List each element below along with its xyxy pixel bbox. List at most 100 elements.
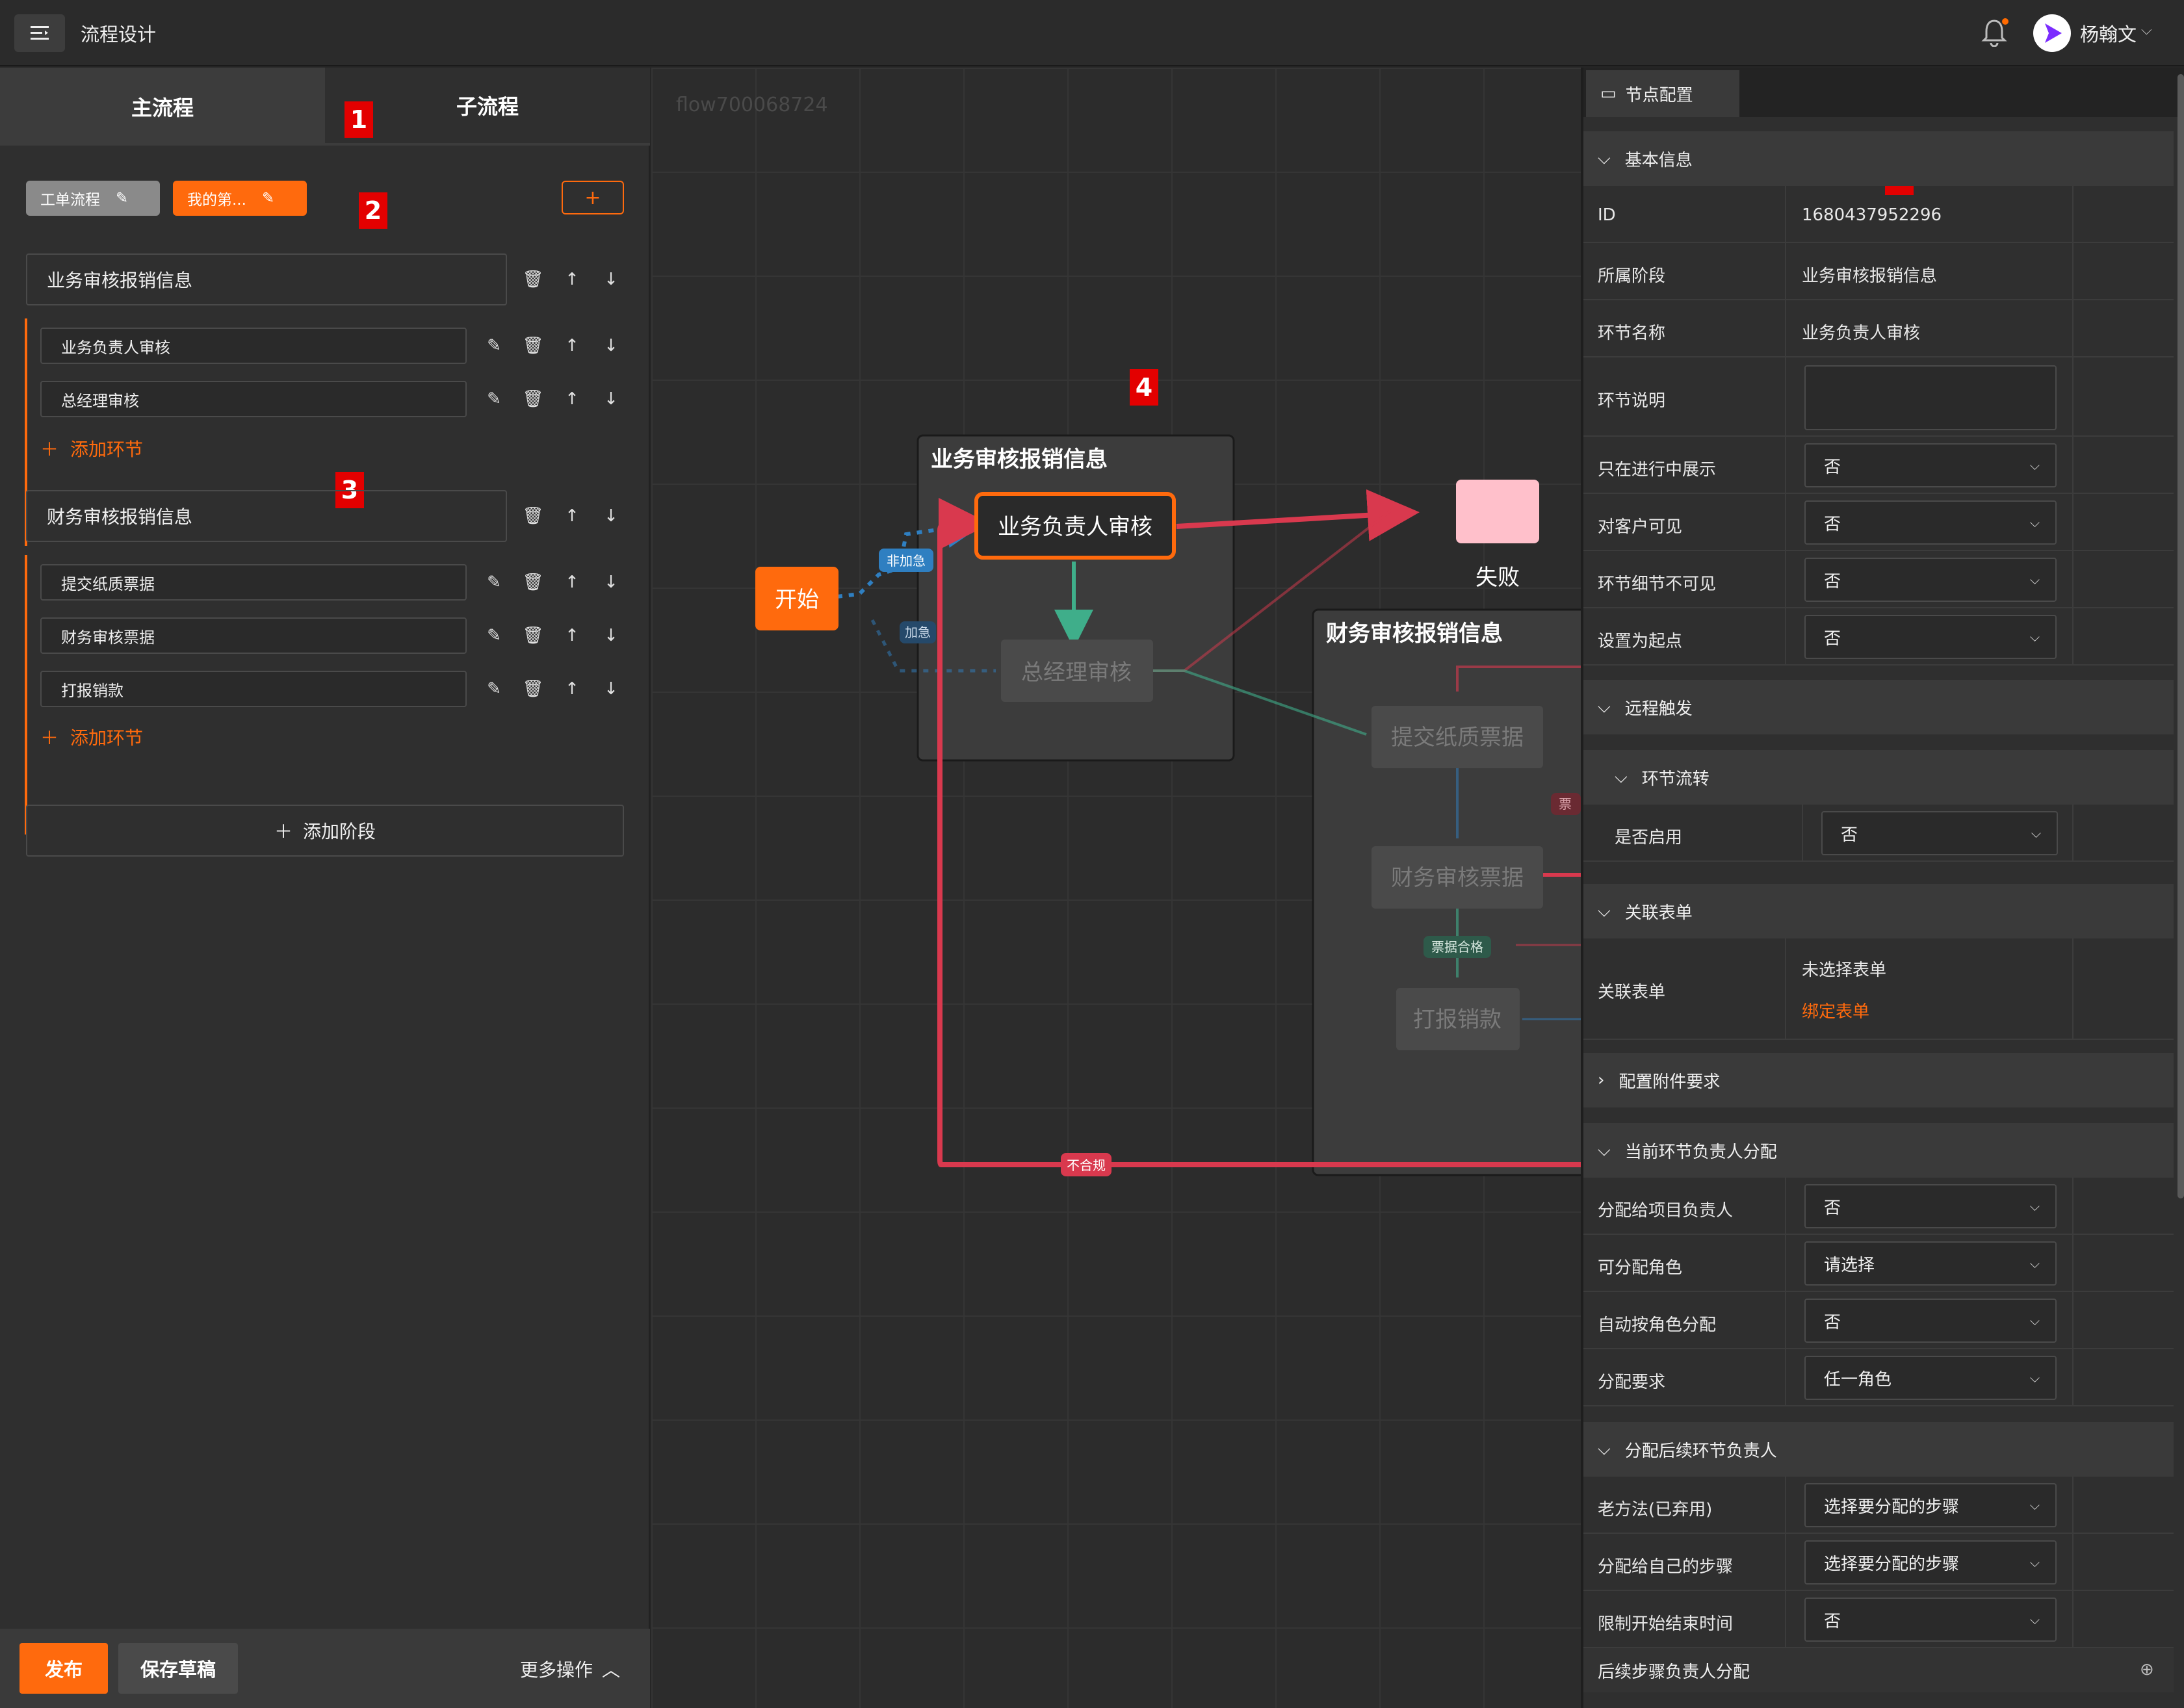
- flow-chip-work-order[interactable]: 工单流程 ✎: [26, 181, 160, 216]
- add-circle-icon[interactable]: ⊕: [2140, 1660, 2154, 1679]
- chevron-down-icon: ⌵: [2029, 1612, 2040, 1627]
- step-item[interactable]: 业务负责人审核: [40, 328, 467, 364]
- step-item[interactable]: 打报销款: [40, 671, 467, 707]
- menu-toggle-button[interactable]: [14, 14, 65, 52]
- edge-label-noncompliant: 不合规: [1067, 1158, 1106, 1173]
- delete-icon[interactable]: 🗑: [520, 569, 546, 595]
- save-draft-button[interactable]: 保存草稿: [118, 1643, 238, 1694]
- arrow-up-icon[interactable]: ↑: [559, 386, 585, 412]
- add-step-button[interactable]: ＋ 添加环节: [40, 724, 143, 750]
- edge-label-ok: 票据合格: [1431, 940, 1483, 955]
- section-linked-form[interactable]: ⌵ 关联表单: [1583, 884, 2174, 938]
- chevron-down-icon[interactable]: ⌵: [2141, 22, 2152, 38]
- select-assign-project-owner[interactable]: 否 ⌵: [1804, 1184, 2057, 1228]
- delete-icon[interactable]: 🗑: [520, 503, 546, 529]
- select-limit-time[interactable]: 否 ⌵: [1804, 1598, 2057, 1642]
- add-flow-button[interactable]: +: [562, 181, 624, 214]
- plus-icon: ＋: [274, 821, 292, 842]
- node-fail[interactable]: [1456, 480, 1539, 543]
- prop-label: 分配给项目负责人: [1598, 1201, 1734, 1221]
- user-avatar[interactable]: [2033, 14, 2071, 52]
- more-actions-button[interactable]: 更多操作 ︿: [520, 1656, 620, 1682]
- edge-label-clipped: 票: [1559, 797, 1572, 812]
- select-customer-visible[interactable]: 否 ⌵: [1804, 500, 2057, 545]
- select-show-in-progress[interactable]: 否 ⌵: [1804, 443, 2057, 487]
- select-assignable-roles[interactable]: 请选择 ⌵: [1804, 1241, 2057, 1286]
- section-title: 基本信息: [1624, 150, 1693, 170]
- chevron-down-icon: ⌵: [1598, 148, 1611, 168]
- section-title: 当前环节负责人分配: [1624, 1142, 1777, 1162]
- section-step-flow[interactable]: ⌵ 环节流转: [1583, 750, 2174, 805]
- select-self-steps[interactable]: 选择要分配的步骤 ⌵: [1804, 1540, 2057, 1585]
- arrow-up-icon[interactable]: ↑: [559, 569, 585, 595]
- step-item[interactable]: 总经理审核: [40, 381, 467, 417]
- stage-item[interactable]: 业务审核报销信息: [26, 253, 507, 305]
- arrow-up-icon[interactable]: ↑: [559, 266, 585, 292]
- panel-scrollbar[interactable]: [2178, 74, 2184, 1198]
- user-name[interactable]: 杨翰文: [2080, 19, 2137, 47]
- arrow-down-icon[interactable]: ↓: [598, 386, 624, 412]
- add-step-button[interactable]: ＋ 添加环节: [40, 435, 143, 461]
- arrow-up-icon[interactable]: ↑: [559, 503, 585, 529]
- step-item[interactable]: 提交纸质票据: [40, 564, 467, 601]
- edit-icon[interactable]: ✎: [481, 569, 507, 595]
- prop-label: 可分配角色: [1598, 1258, 1683, 1278]
- tab-main-flow[interactable]: 主流程: [0, 68, 325, 146]
- flow-chip-mine[interactable]: 我的第... ✎: [173, 181, 307, 216]
- prop-label: 环节说明: [1598, 391, 1666, 411]
- tab-sub-flow[interactable]: 子流程: [325, 68, 650, 146]
- step-item[interactable]: 财务审核票据: [40, 617, 467, 654]
- section-attachments[interactable]: › 配置附件要求: [1583, 1053, 2174, 1107]
- stage-title-finance: 财务审核报销信息: [1326, 621, 1503, 646]
- edge-label-urgent: 加急: [905, 625, 931, 640]
- tab-node-config[interactable]: ▭ 节点配置: [1586, 70, 1739, 117]
- prop-row: 分配给自己的步骤 选择要分配的步骤 ⌵: [1583, 1534, 2174, 1591]
- arrow-up-icon[interactable]: ↑: [559, 333, 585, 359]
- config-card-icon: ▭: [1600, 84, 1617, 103]
- bind-form-link[interactable]: 绑定表单: [1802, 998, 1869, 1022]
- arrow-down-icon[interactable]: ↓: [598, 333, 624, 359]
- stage-item[interactable]: 财务审核报销信息: [26, 490, 507, 542]
- select-legacy-method[interactable]: 选择要分配的步骤 ⌵: [1804, 1483, 2057, 1527]
- prop-row: 只在进行中展示 否 ⌵: [1583, 437, 2174, 494]
- arrow-up-icon[interactable]: ↑: [559, 623, 585, 649]
- edit-icon[interactable]: ✎: [481, 623, 507, 649]
- delete-icon[interactable]: 🗑: [520, 386, 546, 412]
- section-current-assign[interactable]: ⌵ 当前环节负责人分配: [1583, 1123, 2174, 1178]
- delete-icon[interactable]: 🗑: [520, 266, 546, 292]
- select-enable-remote[interactable]: 否 ⌵: [1821, 811, 2058, 855]
- edit-icon[interactable]: ✎: [262, 190, 274, 207]
- more-actions-label: 更多操作: [520, 1659, 593, 1681]
- arrow-down-icon[interactable]: ↓: [598, 623, 624, 649]
- add-stage-button[interactable]: ＋ 添加阶段: [26, 805, 624, 857]
- section-remote-trigger[interactable]: ⌵ 远程触发: [1583, 680, 2174, 734]
- arrow-down-icon[interactable]: ↓: [598, 676, 624, 702]
- publish-button[interactable]: 发布: [20, 1643, 108, 1694]
- prop-row: 可分配角色 请选择 ⌵: [1583, 1235, 2174, 1292]
- prop-row: 环节说明: [1583, 357, 2174, 437]
- select-set-as-start[interactable]: 否 ⌵: [1804, 615, 2057, 659]
- arrow-up-icon[interactable]: ↑: [559, 676, 585, 702]
- prop-row: 对客户可见 否 ⌵: [1583, 494, 2174, 551]
- section-basic-info[interactable]: ⌵ 基本信息: [1583, 131, 2174, 186]
- delete-icon[interactable]: 🗑: [520, 676, 546, 702]
- edit-icon[interactable]: ✎: [481, 386, 507, 412]
- arrow-down-icon[interactable]: ↓: [598, 503, 624, 529]
- description-textarea[interactable]: [1804, 365, 2057, 430]
- select-detail-hidden[interactable]: 否 ⌵: [1804, 558, 2057, 602]
- arrow-down-icon[interactable]: ↓: [598, 266, 624, 292]
- prop-row: 关联表单 未选择表单 绑定表单: [1583, 938, 2174, 1040]
- arrow-down-icon[interactable]: ↓: [598, 569, 624, 595]
- delete-icon[interactable]: 🗑: [520, 333, 546, 359]
- delete-icon[interactable]: 🗑: [520, 623, 546, 649]
- edge-label-non-urgent: 非加急: [887, 554, 926, 569]
- section-next-assign[interactable]: ⌵ 分配后续环节负责人: [1583, 1422, 2174, 1477]
- row-next-step-assign[interactable]: 后续步骤负责人分配 ⊕: [1583, 1648, 2174, 1692]
- edit-icon[interactable]: ✎: [116, 190, 128, 207]
- flow-canvas[interactable]: flow700068724 4 业务审核报销信息 财务审核报销信息 开始 失败 …: [651, 68, 1581, 1708]
- select-assign-requirement[interactable]: 任一角色 ⌵: [1804, 1356, 2057, 1400]
- edit-icon[interactable]: ✎: [481, 676, 507, 702]
- prop-value: 业务审核报销信息: [1802, 266, 1938, 286]
- select-auto-assign[interactable]: 否 ⌵: [1804, 1299, 2057, 1343]
- edit-icon[interactable]: ✎: [481, 333, 507, 359]
